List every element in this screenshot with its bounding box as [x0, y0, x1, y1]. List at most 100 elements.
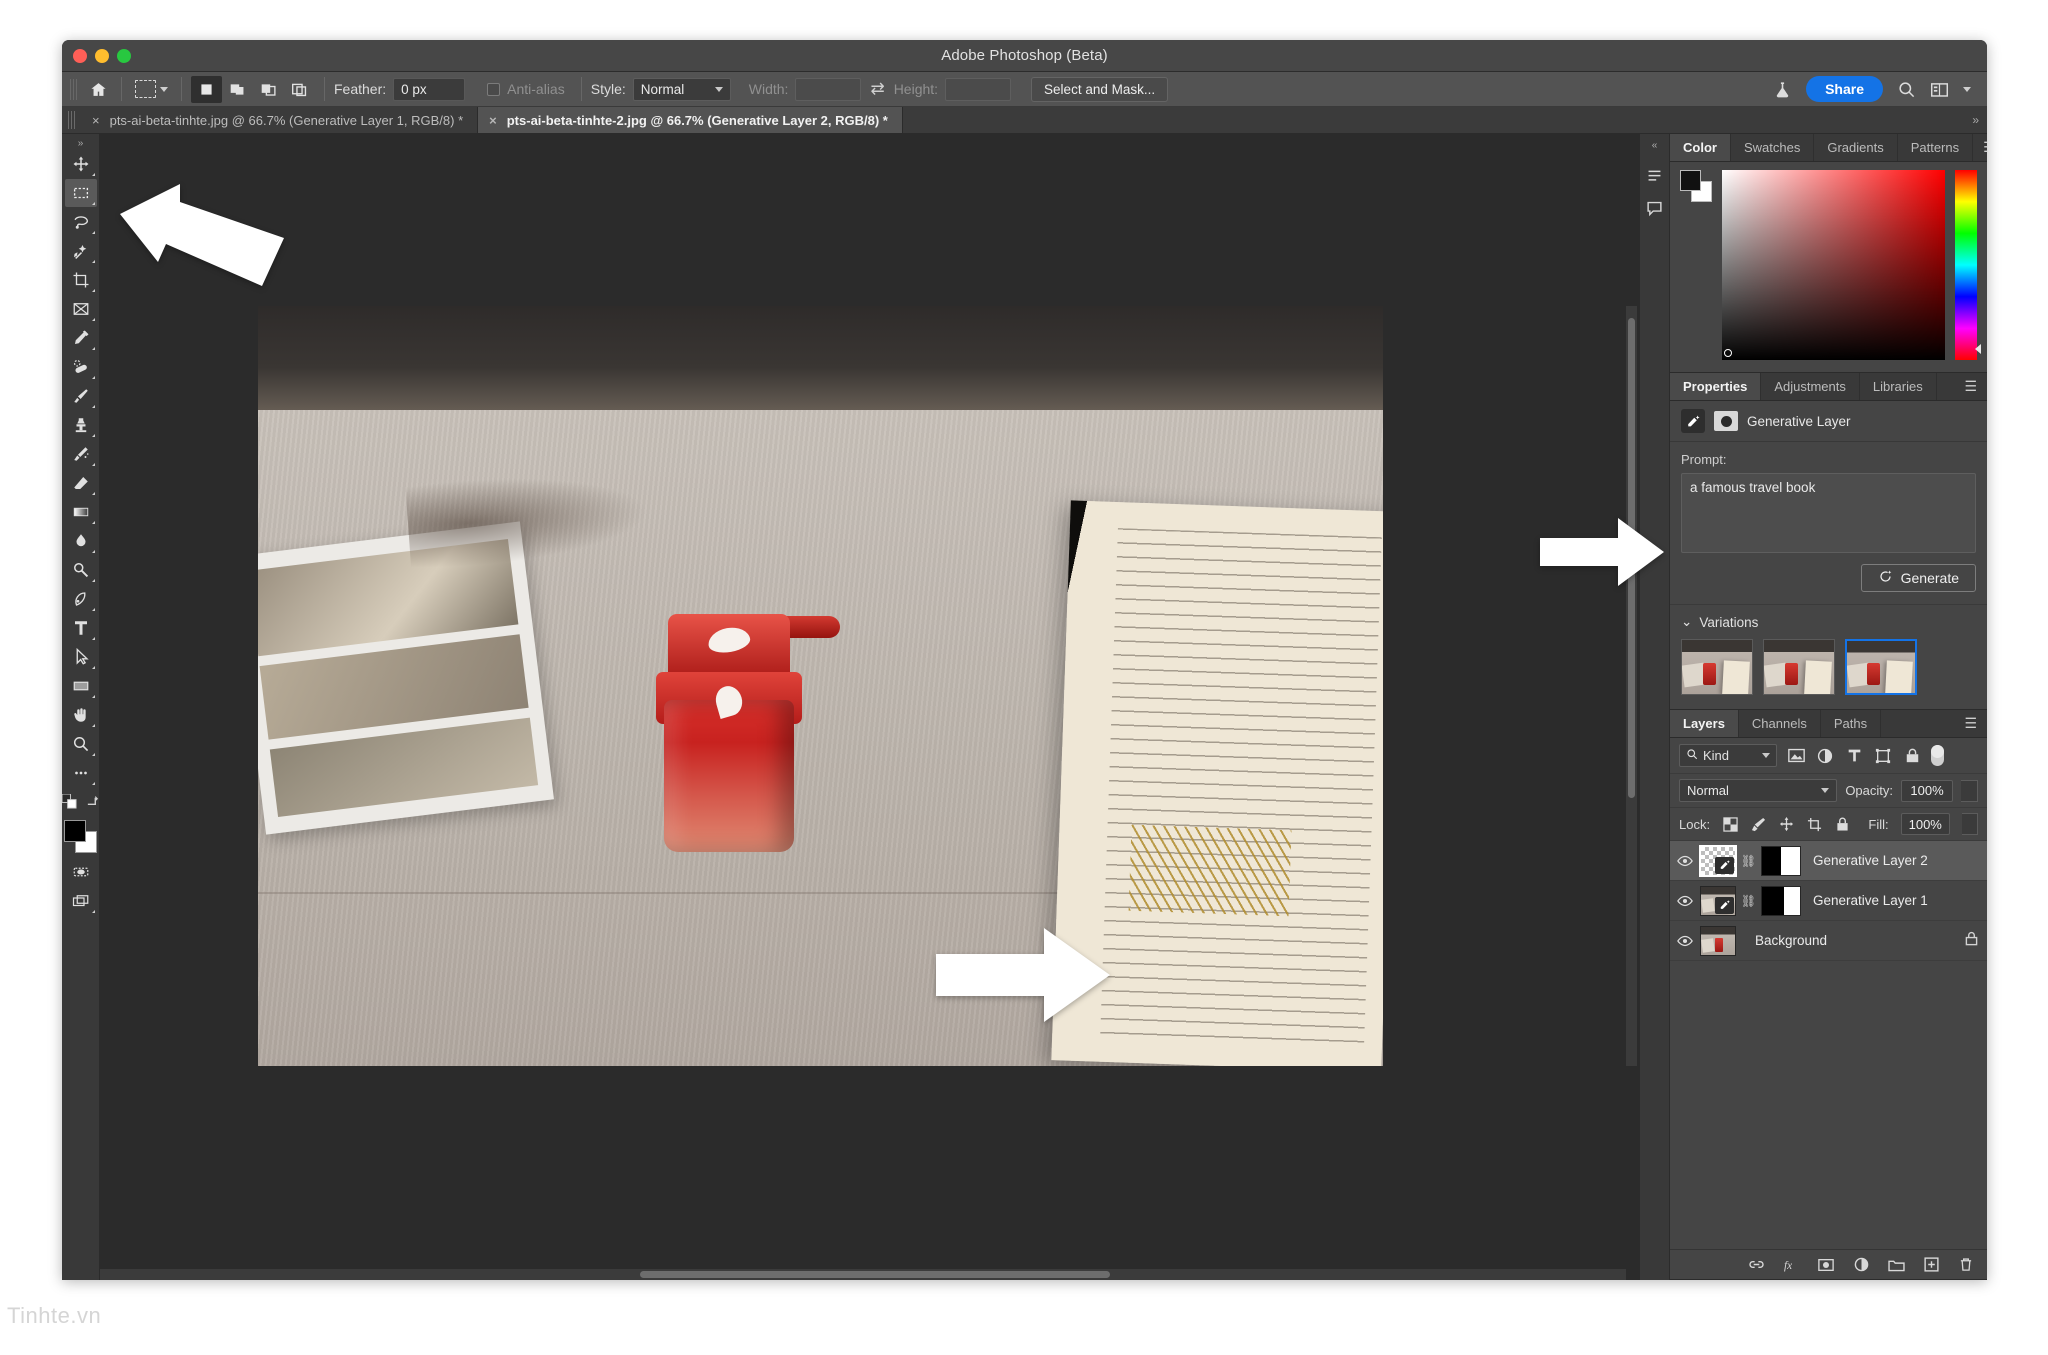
foreground-color-chip[interactable]: [63, 820, 86, 842]
dodge-tool[interactable]: [65, 556, 97, 584]
layer-name[interactable]: Generative Layer 1: [1813, 893, 1928, 908]
variation-thumbnail-1[interactable]: [1681, 639, 1753, 695]
new-group-icon[interactable]: [1887, 1256, 1905, 1274]
opacity-stepper[interactable]: [1961, 779, 1978, 802]
swap-arrows-icon[interactable]: ⇄: [870, 79, 884, 99]
quick-mask-icon[interactable]: [65, 858, 97, 886]
eraser-tool[interactable]: [65, 469, 97, 497]
maximize-window-button[interactable]: [117, 49, 131, 63]
lasso-tool[interactable]: [65, 208, 97, 236]
new-selection-button[interactable]: [191, 75, 222, 103]
rectangular-marquee-tool[interactable]: [64, 179, 97, 207]
prompt-input[interactable]: a famous travel book: [1681, 473, 1976, 553]
layer-visibility-toggle[interactable]: [1676, 895, 1693, 907]
pen-tool[interactable]: [65, 585, 97, 613]
layer-thumbnail[interactable]: [1700, 885, 1736, 916]
tab-layers[interactable]: Layers: [1670, 710, 1739, 737]
options-bar-grip[interactable]: [70, 78, 79, 100]
tab-libraries[interactable]: Libraries: [1860, 373, 1937, 400]
variation-thumbnail-3[interactable]: [1845, 639, 1917, 695]
panel-menu-icon[interactable]: ☰: [1973, 134, 1987, 161]
frame-tool[interactable]: [65, 295, 97, 323]
tab-bar-grip[interactable]: [68, 111, 77, 129]
lock-all-icon[interactable]: [1834, 816, 1850, 833]
gradient-tool[interactable]: [65, 498, 97, 526]
new-layer-icon[interactable]: [1922, 1256, 1940, 1274]
spot-healing-brush-tool[interactable]: [65, 353, 97, 381]
minimize-window-button[interactable]: [95, 49, 109, 63]
canvas-horizontal-scrollbar[interactable]: [100, 1269, 1626, 1280]
adjustment-layer-icon[interactable]: [1852, 1256, 1870, 1274]
edit-toolbar-button[interactable]: [65, 759, 97, 787]
selection-mode-group[interactable]: [191, 75, 315, 103]
link-mask-icon[interactable]: ⛓: [1741, 854, 1756, 868]
tab-bar-overflow-icon[interactable]: »: [1964, 107, 1987, 133]
filter-enable-toggle[interactable]: [1931, 745, 1944, 766]
close-window-button[interactable]: [73, 49, 87, 63]
rectangle-tool[interactable]: [65, 672, 97, 700]
comments-panel-icon[interactable]: [1644, 197, 1666, 219]
layer-thumbnail[interactable]: [1700, 925, 1736, 956]
style-select[interactable]: Normal: [632, 77, 731, 101]
chevron-down-icon[interactable]: ⌄: [1681, 614, 1692, 630]
tab-swatches[interactable]: Swatches: [1731, 134, 1815, 161]
document-tab-2[interactable]: × pts-ai-beta-tinhte-2.jpg @ 66.7% (Gene…: [478, 107, 903, 133]
tools-expand-icon[interactable]: »: [78, 136, 84, 150]
lock-all-icon[interactable]: [1965, 931, 1978, 951]
chevron-down-icon[interactable]: [160, 86, 168, 92]
color-picker-body[interactable]: [1670, 162, 1987, 372]
tab-gradients[interactable]: Gradients: [1814, 134, 1898, 161]
hand-tool[interactable]: [65, 701, 97, 729]
variations-header[interactable]: ⌄ Variations: [1681, 614, 1976, 630]
variation-thumbnail-2[interactable]: [1763, 639, 1835, 695]
canvas-area[interactable]: [100, 134, 1639, 1280]
history-brush-tool[interactable]: [65, 440, 97, 468]
crop-tool[interactable]: [65, 266, 97, 294]
active-tool-preset[interactable]: [131, 80, 172, 98]
search-icon[interactable]: [1897, 80, 1916, 99]
screen-mode-icon[interactable]: [65, 887, 97, 915]
document-tab-1[interactable]: × pts-ai-beta-tinhte.jpg @ 66.7% (Genera…: [81, 107, 479, 133]
layer-filter-kind-select[interactable]: Kind: [1679, 744, 1777, 767]
history-panel-icon[interactable]: [1644, 165, 1666, 187]
add-mask-icon[interactable]: [1817, 1256, 1835, 1274]
hue-slider[interactable]: [1955, 170, 1981, 360]
panel-menu-icon[interactable]: ☰: [1954, 373, 1987, 400]
tab-adjustments[interactable]: Adjustments: [1761, 373, 1860, 400]
table-row[interactable]: Background: [1670, 921, 1987, 961]
document-canvas[interactable]: [258, 306, 1383, 1066]
clone-stamp-tool[interactable]: [65, 411, 97, 439]
anti-alias-checkbox[interactable]: [487, 82, 501, 96]
flask-icon[interactable]: [1773, 80, 1792, 99]
path-selection-tool[interactable]: [65, 643, 97, 671]
smart-object-filter-icon[interactable]: [1902, 746, 1922, 766]
color-field-picker[interactable]: [1724, 349, 1732, 357]
tab-properties[interactable]: Properties: [1670, 373, 1762, 400]
shape-filter-icon[interactable]: [1873, 746, 1893, 766]
foreground-color-chip[interactable]: [1680, 170, 1701, 191]
width-input[interactable]: [795, 77, 862, 101]
blend-mode-select[interactable]: Normal: [1679, 779, 1838, 802]
close-icon[interactable]: ×: [489, 113, 497, 128]
share-button[interactable]: Share: [1806, 76, 1883, 102]
table-row[interactable]: ⛓ Generative Layer 1: [1670, 881, 1987, 921]
pixel-filter-icon[interactable]: [1786, 746, 1806, 766]
tab-color[interactable]: Color: [1670, 134, 1731, 161]
brush-tool[interactable]: [65, 382, 97, 410]
adjustment-filter-icon[interactable]: [1815, 746, 1835, 766]
tab-patterns[interactable]: Patterns: [1898, 134, 1974, 161]
link-mask-icon[interactable]: ⛓: [1741, 894, 1756, 908]
canvas-vertical-scrollbar[interactable]: [1626, 306, 1637, 1066]
lock-image-pixels-icon[interactable]: [1750, 816, 1766, 833]
opacity-value[interactable]: 100%: [1901, 779, 1953, 802]
height-input[interactable]: [945, 77, 1012, 101]
layer-mask-thumbnail[interactable]: [1761, 885, 1801, 916]
lock-artboard-icon[interactable]: [1806, 816, 1822, 833]
default-colors-icon[interactable]: [62, 793, 77, 812]
close-icon[interactable]: ×: [92, 113, 100, 128]
color-chips[interactable]: [63, 820, 98, 854]
home-icon[interactable]: [84, 77, 112, 101]
chevron-down-icon[interactable]: [1963, 86, 1971, 92]
blur-tool[interactable]: [65, 527, 97, 555]
layer-name[interactable]: Generative Layer 2: [1813, 853, 1928, 868]
